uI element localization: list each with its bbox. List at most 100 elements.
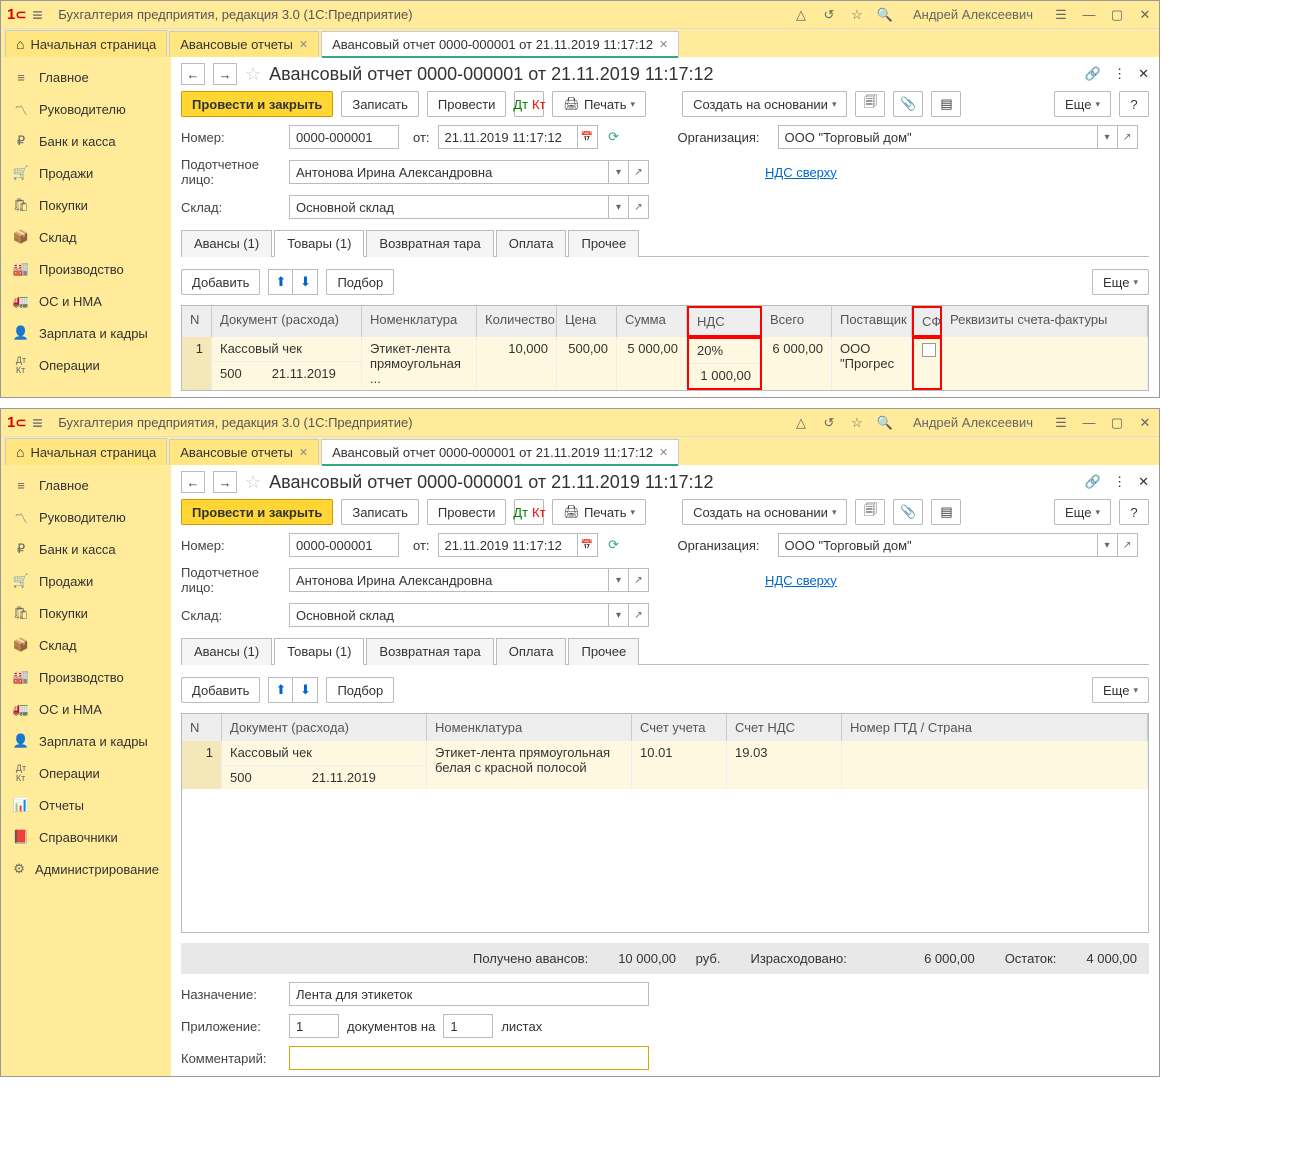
- move-down-button[interactable]: ⬇: [293, 678, 317, 702]
- dropdown-icon[interactable]: ▾: [609, 160, 629, 184]
- col-nom[interactable]: Номенклатура: [362, 306, 477, 337]
- subtab-goods[interactable]: Товары (1): [274, 638, 364, 665]
- tab-close-icon[interactable]: ✕: [659, 38, 668, 51]
- col-nom[interactable]: Номенклатура: [427, 714, 632, 741]
- link-icon[interactable]: 🔗: [1085, 474, 1101, 490]
- post-and-close-button[interactable]: Провести и закрыть: [181, 499, 333, 525]
- nav-back-button[interactable]: ←: [181, 63, 205, 85]
- move-up-button[interactable]: ⬆: [269, 270, 293, 294]
- open-icon[interactable]: ↗: [1118, 533, 1138, 557]
- col-acc[interactable]: Счет учета: [632, 714, 727, 741]
- related-icon[interactable]: 🗐: [855, 91, 885, 117]
- minimize-icon[interactable]: —: [1081, 415, 1097, 431]
- nav-bank[interactable]: ₽Банк и касса: [1, 125, 171, 157]
- nav-bank[interactable]: ₽Банк и касса: [1, 533, 171, 565]
- maximize-icon[interactable]: ▢: [1109, 7, 1125, 23]
- nav-salary[interactable]: 👤Зарплата и кадры: [1, 725, 171, 757]
- print-button[interactable]: 🖨 Печать ▾: [552, 499, 646, 525]
- col-n[interactable]: N: [182, 306, 212, 337]
- nav-os[interactable]: 🚛ОС и НМА: [1, 285, 171, 317]
- nav-main[interactable]: ≡Главное: [1, 61, 171, 93]
- attach-icon[interactable]: 📎: [893, 91, 923, 117]
- settings-icon[interactable]: ☰: [1053, 415, 1069, 431]
- related-icon[interactable]: 🗐: [855, 499, 885, 525]
- subtab-advances[interactable]: Авансы (1): [181, 230, 272, 257]
- move-up-button[interactable]: ⬆: [269, 678, 293, 702]
- nav-manager[interactable]: 〽Руководителю: [1, 501, 171, 533]
- dropdown-icon[interactable]: ▾: [609, 568, 629, 592]
- sf-checkbox[interactable]: [922, 343, 936, 357]
- open-icon[interactable]: ↗: [629, 603, 649, 627]
- tab-home[interactable]: Начальная страница: [5, 438, 167, 465]
- col-gtd[interactable]: Номер ГТД / Страна: [842, 714, 1148, 741]
- nav-main[interactable]: ≡Главное: [1, 469, 171, 501]
- bell-icon[interactable]: △: [793, 415, 809, 431]
- add-button[interactable]: Добавить: [181, 677, 260, 703]
- col-sum[interactable]: Сумма: [617, 306, 687, 337]
- subtab-tare[interactable]: Возвратная тара: [366, 230, 493, 257]
- col-n[interactable]: N: [182, 714, 222, 741]
- subtab-payment[interactable]: Оплата: [496, 638, 567, 665]
- favorite-icon[interactable]: ☆: [245, 472, 261, 493]
- vat-link[interactable]: НДС сверху: [765, 573, 837, 588]
- checklist-icon[interactable]: ▤: [931, 91, 961, 117]
- org-field[interactable]: [778, 125, 1098, 149]
- bell-icon[interactable]: △: [793, 7, 809, 23]
- docs-count-field[interactable]: [289, 1014, 339, 1038]
- nav-sales[interactable]: 🛒Продажи: [1, 157, 171, 189]
- more-menu-icon[interactable]: ⋮: [1113, 474, 1126, 490]
- create-based-button[interactable]: Создать на основании ▾: [682, 91, 847, 117]
- subtab-other[interactable]: Прочее: [568, 230, 639, 257]
- dt-kt-button[interactable]: ДᴛКᴛ: [514, 499, 544, 525]
- number-field[interactable]: [289, 125, 399, 149]
- col-vat[interactable]: НДС: [687, 306, 762, 337]
- refresh-icon[interactable]: ⟳: [606, 537, 622, 553]
- settings-icon[interactable]: ☰: [1053, 7, 1069, 23]
- open-icon[interactable]: ↗: [629, 195, 649, 219]
- number-field[interactable]: [289, 533, 399, 557]
- tab-close-icon[interactable]: ✕: [299, 38, 308, 51]
- close-doc-icon[interactable]: ✕: [1138, 66, 1149, 82]
- select-button[interactable]: Подбор: [326, 269, 394, 295]
- nav-salary[interactable]: 👤Зарплата и кадры: [1, 317, 171, 349]
- subtab-other[interactable]: Прочее: [568, 638, 639, 665]
- nav-purchases[interactable]: 🛍Покупки: [1, 189, 171, 221]
- col-supplier[interactable]: Поставщик: [832, 306, 912, 337]
- more-button[interactable]: Еще ▾: [1054, 499, 1111, 525]
- post-and-close-button[interactable]: Провести и закрыть: [181, 91, 333, 117]
- refresh-icon[interactable]: ⟳: [606, 129, 622, 145]
- dropdown-icon[interactable]: ▾: [1098, 533, 1118, 557]
- nav-production[interactable]: 🏭Производство: [1, 661, 171, 693]
- dt-kt-button[interactable]: ДᴛКᴛ: [514, 91, 544, 117]
- subtab-tare[interactable]: Возвратная тара: [366, 638, 493, 665]
- col-sf[interactable]: СФ: [912, 306, 942, 337]
- warehouse-field[interactable]: [289, 603, 609, 627]
- nav-ops[interactable]: ДтКтОперации: [1, 757, 171, 789]
- calendar-icon[interactable]: 📅: [578, 125, 598, 149]
- main-menu-icon[interactable]: [32, 417, 48, 429]
- nav-back-button[interactable]: ←: [181, 471, 205, 493]
- dropdown-icon[interactable]: ▾: [609, 195, 629, 219]
- comment-field[interactable]: [289, 1046, 649, 1070]
- col-doc[interactable]: Документ (расхода): [222, 714, 427, 741]
- add-button[interactable]: Добавить: [181, 269, 260, 295]
- subtab-goods[interactable]: Товары (1): [274, 230, 364, 257]
- nav-admin[interactable]: ⚙Администрирование: [1, 853, 171, 885]
- col-price[interactable]: Цена: [557, 306, 617, 337]
- close-icon[interactable]: ✕: [1137, 415, 1153, 431]
- attach-icon[interactable]: 📎: [893, 499, 923, 525]
- person-field[interactable]: [289, 160, 609, 184]
- nav-reports[interactable]: 📊Отчеты: [1, 789, 171, 821]
- nav-fwd-button[interactable]: →: [213, 63, 237, 85]
- col-vatacc[interactable]: Счет НДС: [727, 714, 842, 741]
- table-row[interactable]: 1 Кассовый чек 50021.11.2019 Этикет-лент…: [182, 337, 1148, 390]
- date-field[interactable]: [438, 533, 578, 557]
- tab-close-icon[interactable]: ✕: [299, 446, 308, 459]
- more-button[interactable]: Еще ▾: [1054, 91, 1111, 117]
- col-total[interactable]: Всего: [762, 306, 832, 337]
- search-icon[interactable]: 🔍: [877, 7, 893, 23]
- checklist-icon[interactable]: ▤: [931, 499, 961, 525]
- sheets-count-field[interactable]: [443, 1014, 493, 1038]
- nav-production[interactable]: 🏭Производство: [1, 253, 171, 285]
- star-icon[interactable]: ☆: [849, 415, 865, 431]
